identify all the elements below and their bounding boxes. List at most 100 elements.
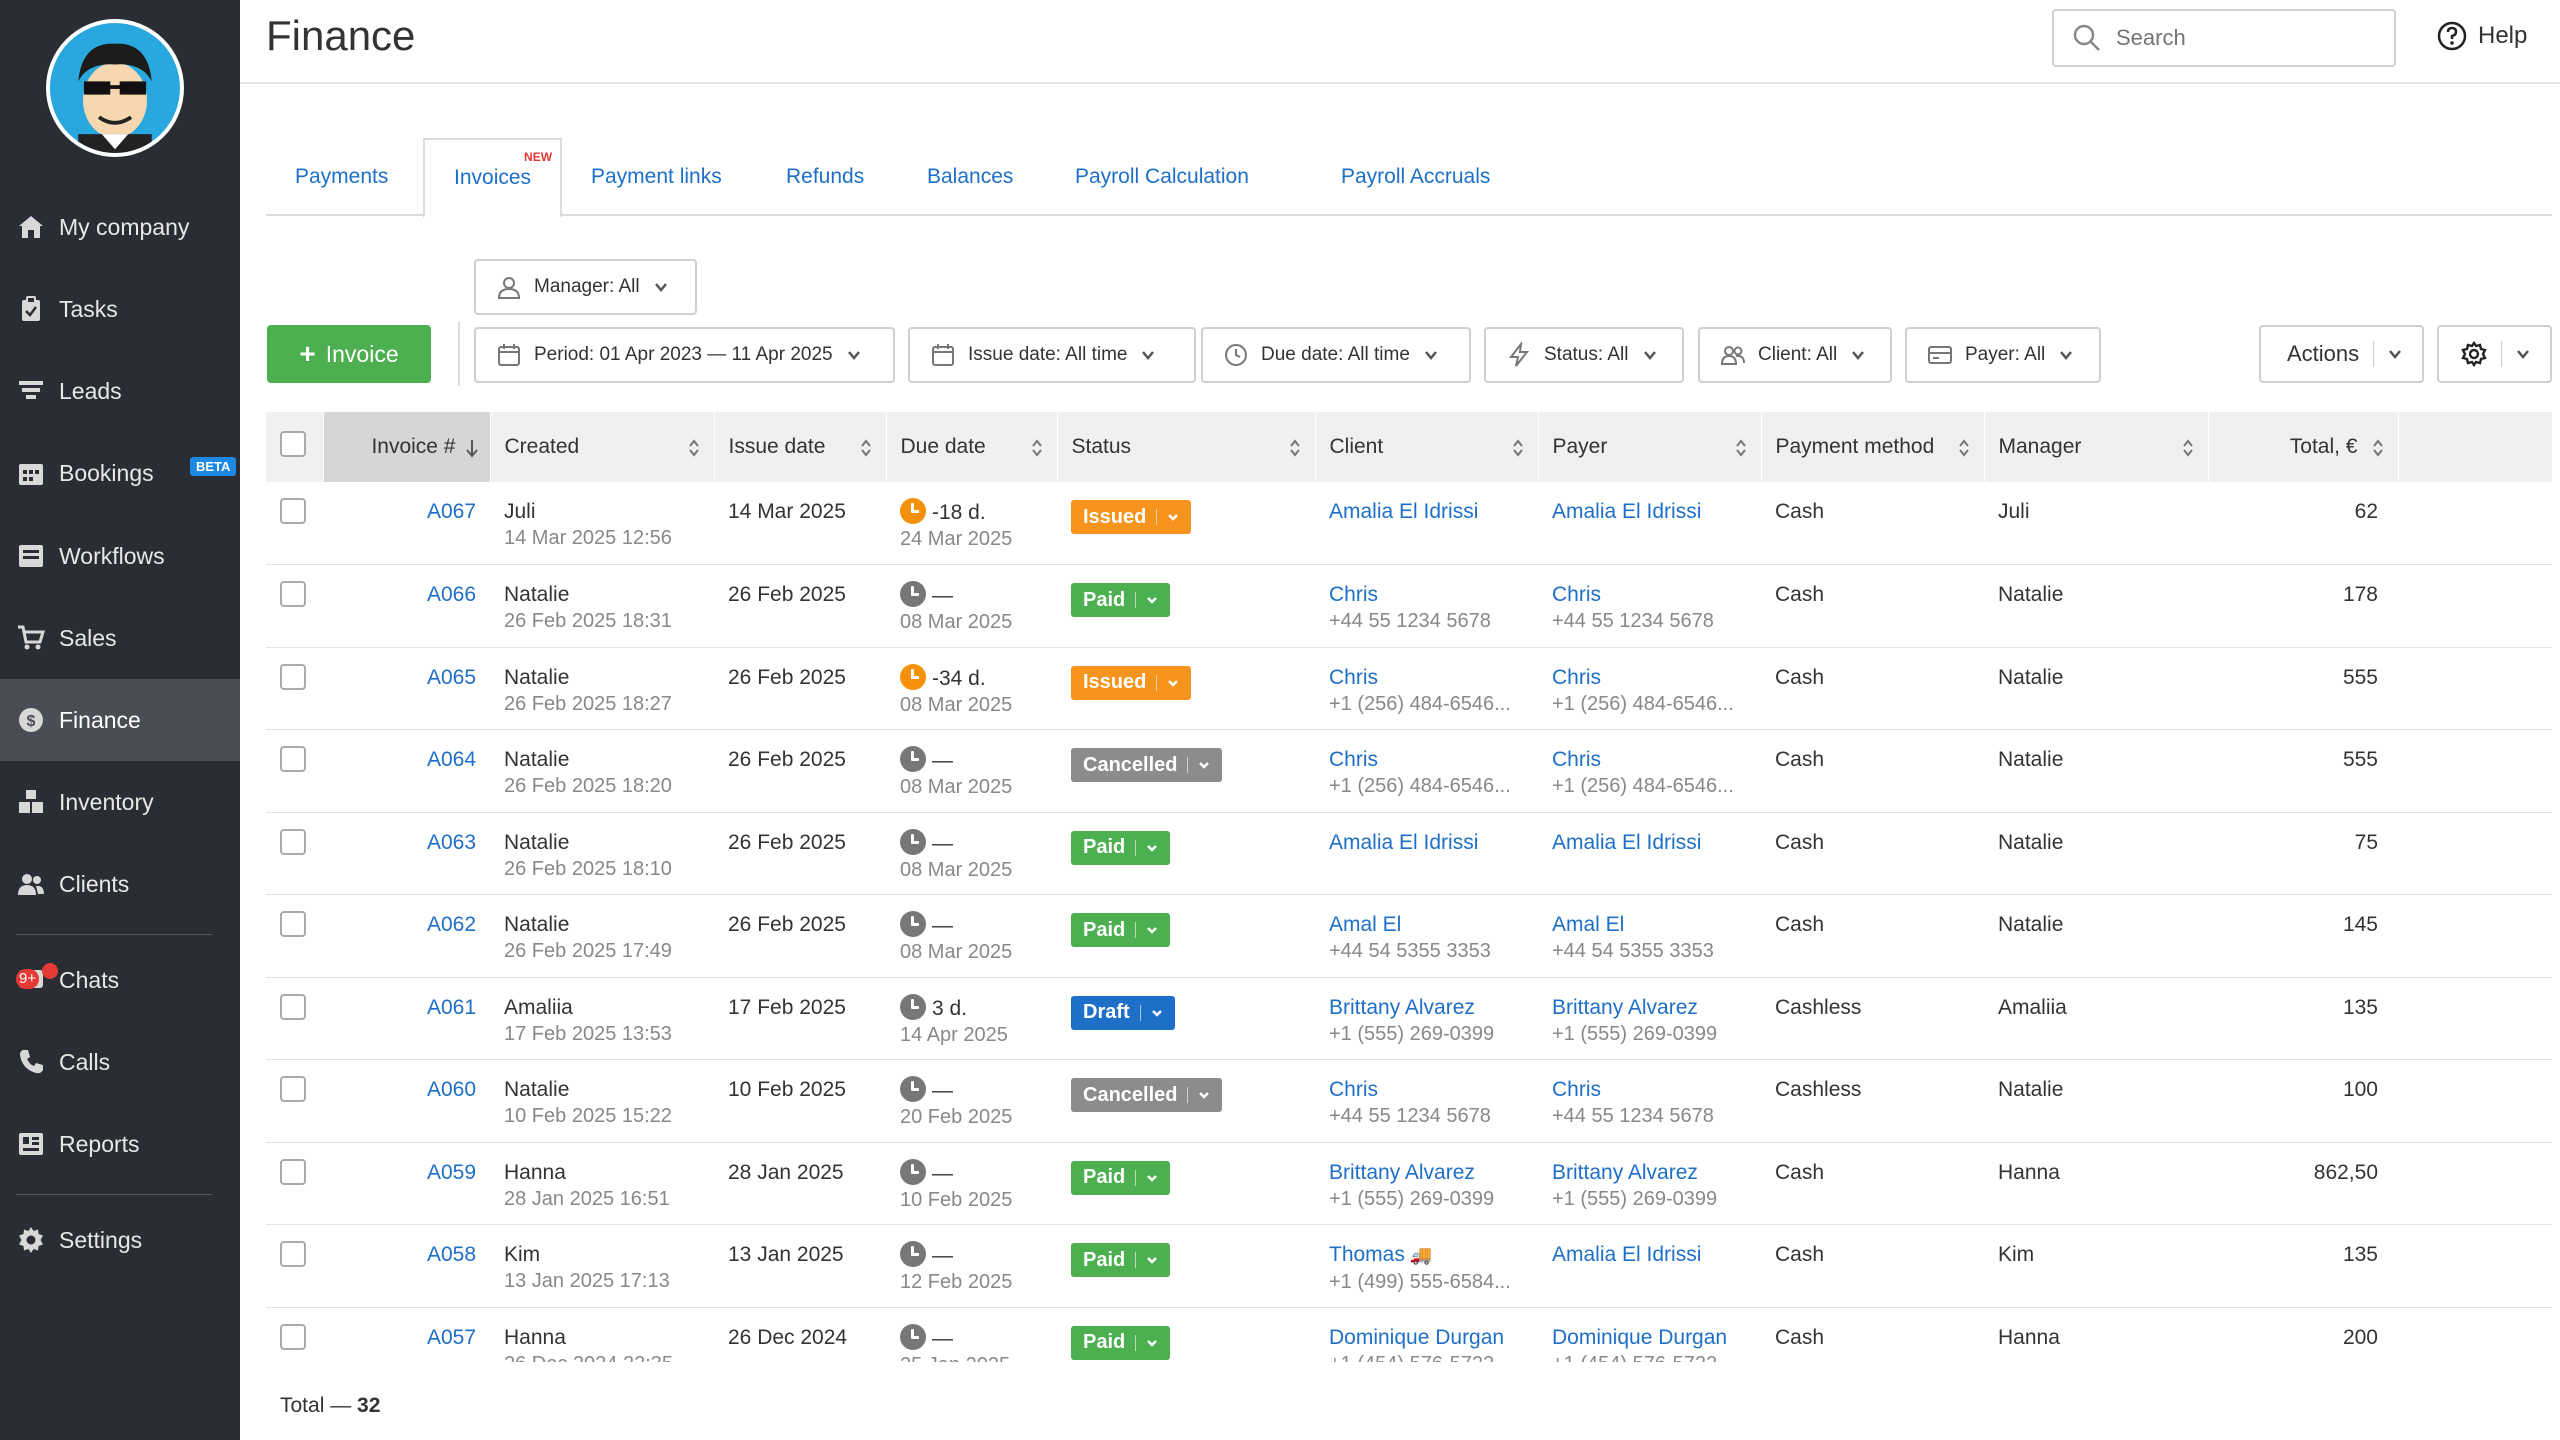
status-dropdown[interactable]: Cancelled [1071, 1078, 1223, 1112]
table-row[interactable]: A060 Natalie 10 Feb 2025 15:22 10 Feb 2025 —… [266, 1060, 2552, 1142]
sidebar-item-clients[interactable]: Clients [0, 843, 240, 925]
client-name[interactable]: Chris [1329, 746, 1524, 773]
status-dropdown[interactable]: Draft [1071, 995, 1175, 1030]
tab-payroll-accruals[interactable]: Payroll Accruals [1312, 138, 1519, 216]
issue-date-filter[interactable]: Issue date: All time [908, 327, 1196, 383]
column-invoice[interactable]: Invoice # [323, 412, 491, 482]
payer-name[interactable]: Chris [1552, 664, 1747, 691]
table-row[interactable]: A058 Kim 13 Jan 2025 17:13 13 Jan 2025 — 12 F… [266, 1225, 2552, 1307]
invoice-link[interactable]: A061 [427, 996, 476, 1019]
invoice-link[interactable]: A060 [427, 1078, 476, 1101]
search-input[interactable] [2116, 25, 2376, 51]
column-status[interactable]: Status [1057, 412, 1316, 482]
table-row[interactable]: A062 Natalie 26 Feb 2025 17:49 26 Feb 2025 —… [266, 895, 2552, 977]
status-dropdown[interactable]: Paid [1071, 913, 1171, 947]
column-client[interactable]: Client [1315, 412, 1539, 482]
table-row[interactable]: A061 Amaliia 17 Feb 2025 13:53 17 Feb 2025 3… [266, 977, 2552, 1060]
manager-filter[interactable]: Manager: All [474, 259, 697, 315]
due-date-filter[interactable]: Due date: All time [1201, 327, 1471, 383]
payer-name[interactable]: Brittany Alvarez [1552, 1159, 1747, 1186]
client-name[interactable]: Thomas 🚚 [1329, 1241, 1524, 1269]
column-total[interactable]: Total, € [2208, 412, 2399, 482]
sidebar-item-reports[interactable]: Reports [0, 1103, 240, 1185]
client-name[interactable]: Dominique Durgan [1329, 1324, 1524, 1351]
client-name[interactable]: Brittany Alvarez [1329, 994, 1524, 1021]
sidebar-item-sales[interactable]: Sales [0, 597, 240, 679]
tab-payroll-calculation[interactable]: Payroll Calculation [1046, 138, 1278, 216]
sidebar-item-tasks[interactable]: Tasks [0, 268, 240, 350]
sidebar-item-my-company[interactable]: My company [0, 186, 240, 268]
sidebar-item-leads[interactable]: Leads [0, 350, 240, 432]
column-due-date[interactable]: Due date [886, 412, 1058, 482]
tab-invoices[interactable]: Invoices NEW [423, 138, 563, 218]
row-checkbox[interactable] [280, 498, 306, 524]
tab-refunds[interactable]: Refunds [757, 138, 893, 216]
table-row[interactable]: A059 Hanna 28 Jan 2025 16:51 28 Jan 2025 — 10… [266, 1142, 2552, 1225]
row-checkbox[interactable] [280, 911, 306, 937]
row-checkbox[interactable] [280, 581, 306, 607]
sidebar-item-chats[interactable]: Chats 9+ [0, 939, 240, 1021]
client-name[interactable]: Amal El [1329, 911, 1524, 938]
status-dropdown[interactable]: Paid [1071, 1325, 1171, 1360]
sidebar-item-inventory[interactable]: Inventory [0, 761, 240, 843]
invoice-link[interactable]: A062 [427, 913, 476, 936]
status-dropdown[interactable]: Issued [1071, 665, 1192, 700]
status-dropdown[interactable]: Paid [1071, 830, 1171, 865]
client-name[interactable]: Amalia El Idrissi [1329, 498, 1524, 525]
row-checkbox[interactable] [280, 993, 306, 1020]
table-row[interactable]: A063 Natalie 26 Feb 2025 18:10 26 Feb 2025 —… [266, 812, 2552, 895]
table-row[interactable]: A066 Natalie 26 Feb 2025 18:31 26 Feb 2025 —… [266, 565, 2552, 647]
status-dropdown[interactable]: Cancelled [1071, 748, 1223, 782]
column-created[interactable]: Created [490, 412, 715, 482]
sidebar-item-finance[interactable]: $ Finance [0, 679, 240, 761]
row-checkbox[interactable] [280, 828, 306, 855]
actions-button[interactable]: Actions [2259, 325, 2424, 383]
sidebar-item-calls[interactable]: Calls [0, 1021, 240, 1103]
invoice-link[interactable]: A064 [427, 748, 476, 771]
table-row[interactable]: A067 Juli 14 Mar 2025 12:56 14 Mar 2025 -18 … [266, 482, 2552, 565]
invoice-link[interactable]: A066 [427, 583, 476, 606]
column-issue-date[interactable]: Issue date [714, 412, 887, 482]
select-all-checkbox[interactable] [280, 431, 306, 457]
avatar[interactable] [46, 19, 184, 157]
payer-name[interactable]: Chris [1552, 1076, 1747, 1103]
invoice-link[interactable]: A057 [427, 1326, 476, 1349]
tab-balances[interactable]: Balances [898, 138, 1042, 216]
search-box[interactable] [2052, 9, 2396, 67]
invoice-link[interactable]: A058 [427, 1243, 476, 1266]
client-name[interactable]: Amalia El Idrissi [1329, 829, 1524, 856]
client-name[interactable]: Chris [1329, 664, 1524, 691]
column-manager[interactable]: Manager [1984, 412, 2209, 482]
payer-name[interactable]: Chris [1552, 746, 1747, 773]
invoice-link[interactable]: A065 [427, 666, 476, 689]
row-checkbox[interactable] [280, 1241, 306, 1267]
table-row[interactable]: A057 Hanna 26 Dec 2024 22:35 26 Dec 2024 — 25… [266, 1307, 2552, 1362]
payer-name[interactable]: Amalia El Idrissi [1552, 1241, 1747, 1268]
status-dropdown[interactable]: Paid [1071, 1160, 1171, 1195]
status-dropdown[interactable]: Paid [1071, 1243, 1171, 1277]
invoice-link[interactable]: A063 [427, 831, 476, 854]
payer-name[interactable]: Chris [1552, 581, 1747, 608]
settings-button[interactable] [2437, 325, 2552, 383]
client-name[interactable]: Chris [1329, 1076, 1524, 1103]
status-dropdown[interactable]: Issued [1071, 500, 1192, 534]
payer-name[interactable]: Amalia El Idrissi [1552, 829, 1747, 856]
tab-payments[interactable]: Payments [266, 138, 417, 216]
add-invoice-button[interactable]: + Invoice [267, 325, 431, 383]
status-dropdown[interactable]: Paid [1071, 583, 1171, 617]
period-filter[interactable]: Period: 01 Apr 2023 — 11 Apr 2025 [474, 327, 895, 383]
column-payment-method[interactable]: Payment method [1761, 412, 1985, 482]
tab-payment-links[interactable]: Payment links [562, 138, 751, 216]
payer-name[interactable]: Amal El [1552, 911, 1747, 938]
payer-name[interactable]: Brittany Alvarez [1552, 994, 1747, 1021]
row-checkbox[interactable] [280, 1323, 306, 1350]
status-filter[interactable]: Status: All [1484, 327, 1684, 383]
table-row[interactable]: A065 Natalie 26 Feb 2025 18:27 26 Feb 2025 -… [266, 647, 2552, 730]
payer-name[interactable]: Dominique Durgan [1552, 1324, 1747, 1351]
row-checkbox[interactable] [280, 663, 306, 690]
client-filter[interactable]: Client: All [1698, 327, 1892, 383]
column-payer[interactable]: Payer [1538, 412, 1762, 482]
row-checkbox[interactable] [280, 746, 306, 772]
invoice-link[interactable]: A067 [427, 500, 476, 523]
payer-name[interactable]: Amalia El Idrissi [1552, 498, 1747, 525]
